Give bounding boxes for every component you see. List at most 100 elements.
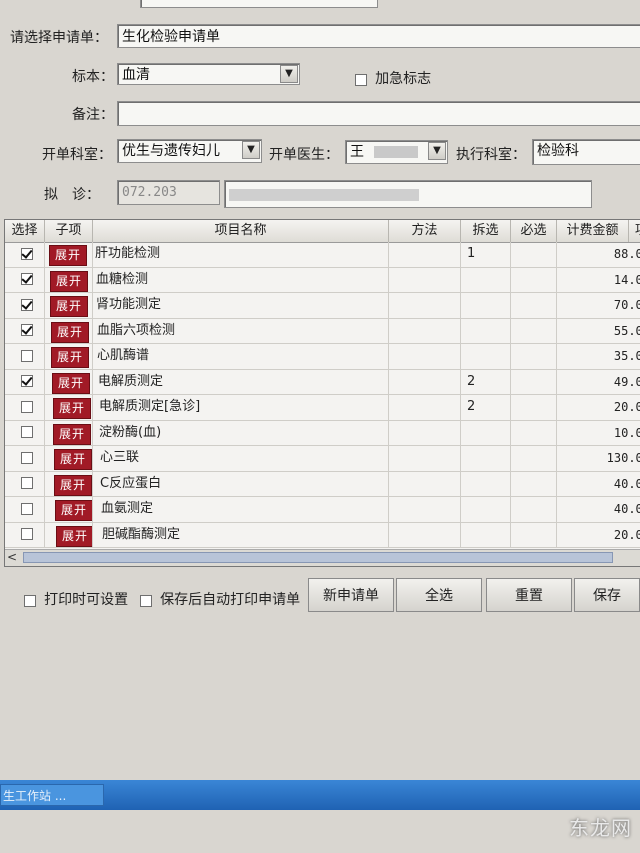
specimen-select[interactable]: 血清 ▼ xyxy=(117,63,300,85)
specimen-label: 标本： xyxy=(72,69,114,85)
row-checkbox[interactable] xyxy=(21,451,33,464)
subitem-cell: 展开 xyxy=(45,446,93,471)
amount-cell: 40.00 xyxy=(557,497,640,522)
expand-button[interactable]: 展开 xyxy=(50,270,89,292)
diagnosis-code-field[interactable]: 072.203 xyxy=(117,180,220,205)
row-checkbox[interactable] xyxy=(21,502,33,515)
chevron-down-icon[interactable]: ▼ xyxy=(428,142,446,160)
item-name: 血氨测定 xyxy=(93,497,389,522)
diagnosis-text-field[interactable] xyxy=(224,180,592,208)
expand-button[interactable]: 展开 xyxy=(55,500,92,521)
split-cell xyxy=(461,344,511,369)
blurred-name-mask xyxy=(374,146,419,158)
expand-button[interactable]: 展开 xyxy=(51,347,90,368)
table-row[interactable]: 展开血氨测定 40.00 xyxy=(5,497,640,523)
select-all-button[interactable]: 全选 xyxy=(396,578,482,612)
expand-button[interactable]: 展开 xyxy=(56,525,92,547)
row-checkbox[interactable] xyxy=(21,324,33,336)
required-cell xyxy=(511,497,557,522)
table-row[interactable]: 展开血糖检测 14.00 xyxy=(5,267,640,293)
required-cell xyxy=(511,267,557,292)
subitem-cell: 展开 xyxy=(45,522,93,547)
method-cell xyxy=(389,293,461,318)
reset-button[interactable]: 重置 xyxy=(486,578,572,612)
header-extra[interactable]: 项 xyxy=(629,220,640,242)
expand-button[interactable]: 展开 xyxy=(54,449,92,470)
expand-button[interactable]: 展开 xyxy=(52,372,91,394)
split-cell: 2 xyxy=(461,395,511,420)
save-button[interactable]: 保存 xyxy=(574,578,640,612)
urgent-checkbox-box[interactable] xyxy=(355,73,367,86)
split-cell xyxy=(461,420,511,445)
row-checkbox[interactable] xyxy=(21,426,33,438)
subitem-cell: 展开 xyxy=(45,369,93,394)
expand-button[interactable]: 展开 xyxy=(54,474,92,496)
expand-button[interactable]: 展开 xyxy=(49,245,88,266)
expand-button[interactable]: 展开 xyxy=(53,398,92,419)
table-header: 选择 子项 项目名称 方法 拆选 必选 计费金额 项 xyxy=(5,220,640,243)
select-cell xyxy=(5,242,45,267)
item-name: 血糖检测 xyxy=(93,267,389,292)
table-row[interactable]: 展开血脂六项检测 55.00 xyxy=(5,318,640,344)
header-select[interactable]: 选择 xyxy=(5,220,45,242)
header-amount[interactable]: 计费金额 xyxy=(557,220,629,242)
table-row[interactable]: 展开C反应蛋白 40.00 xyxy=(5,471,640,497)
split-cell: 2 xyxy=(461,369,511,394)
horizontal-scrollbar[interactable]: < xyxy=(5,549,640,566)
row-checkbox[interactable] xyxy=(21,273,33,285)
row-checkbox[interactable] xyxy=(21,528,33,540)
item-name: 血脂六项检测 xyxy=(93,318,389,343)
top-partial-field[interactable] xyxy=(140,0,378,8)
row-checkbox[interactable] xyxy=(21,375,33,387)
scrollbar-thumb[interactable] xyxy=(23,552,613,563)
required-cell xyxy=(511,293,557,318)
select-cell xyxy=(5,522,45,547)
amount-cell: 14.00 xyxy=(557,268,640,293)
request-type-field[interactable]: 生化检验申请单 xyxy=(117,24,640,48)
header-required[interactable]: 必选 xyxy=(511,220,557,242)
auto-print-box[interactable] xyxy=(140,594,152,607)
remark-input[interactable] xyxy=(117,101,640,126)
expand-button[interactable]: 展开 xyxy=(50,296,89,317)
row-checkbox[interactable] xyxy=(21,477,33,489)
urgent-checkbox[interactable]: 加急标志 xyxy=(355,68,431,88)
chevron-down-icon[interactable]: ▼ xyxy=(280,65,298,83)
row-checkbox[interactable] xyxy=(21,247,33,260)
row-checkbox[interactable] xyxy=(21,400,33,413)
table-row[interactable]: 展开电解质测定 2 49.00 xyxy=(5,369,640,395)
print-settings-checkbox[interactable]: 打印时可设置 xyxy=(24,589,128,609)
row-checkbox[interactable] xyxy=(21,349,33,362)
new-request-button[interactable]: 新申请单 xyxy=(308,578,394,612)
header-item-name[interactable]: 项目名称 xyxy=(93,220,389,242)
table-row[interactable]: 展开心三联 130.00 xyxy=(5,446,640,472)
dept-select[interactable]: 优生与遗传妇儿 ▼ xyxy=(117,139,262,163)
table-row[interactable]: 展开淀粉酶(血) 10.00 xyxy=(5,420,640,446)
table-row[interactable]: 展开肝功能检测 1 88.00 xyxy=(5,242,640,268)
header-method[interactable]: 方法 xyxy=(389,220,461,242)
taskbar: 生工作站 ... xyxy=(0,780,640,810)
print-settings-box[interactable] xyxy=(24,594,36,607)
auto-print-checkbox[interactable]: 保存后自动打印申请单 xyxy=(140,589,300,609)
taskbar-item[interactable]: 生工作站 ... xyxy=(0,784,104,806)
exec-dept-field[interactable]: 检验科 xyxy=(532,139,640,165)
select-cell xyxy=(5,293,45,318)
row-checkbox[interactable] xyxy=(21,298,33,311)
expand-button[interactable]: 展开 xyxy=(53,423,92,445)
table-row[interactable]: 展开电解质测定[急诊] 2 20.00 xyxy=(5,395,640,421)
required-cell xyxy=(511,242,557,267)
method-cell xyxy=(389,522,461,547)
scroll-left-icon[interactable]: < xyxy=(7,550,17,565)
print-settings-label: 打印时可设置 xyxy=(44,592,129,608)
header-split[interactable]: 拆选 xyxy=(461,220,511,242)
table-row[interactable]: 展开肾功能测定 70.00 xyxy=(5,293,640,319)
required-cell xyxy=(511,522,557,547)
table-row[interactable]: 展开胆碱酯酶测定 20.00 xyxy=(5,522,640,548)
doctor-select[interactable]: 王 ▼ xyxy=(345,140,448,164)
expand-button[interactable]: 展开 xyxy=(51,321,90,343)
method-cell xyxy=(389,344,461,369)
subitem-cell: 展开 xyxy=(45,471,93,496)
chevron-down-icon[interactable]: ▼ xyxy=(242,141,260,159)
split-cell xyxy=(461,446,511,471)
table-row[interactable]: 展开心肌酶谱 35.00 xyxy=(5,344,640,370)
header-subitem[interactable]: 子项 xyxy=(45,220,93,242)
